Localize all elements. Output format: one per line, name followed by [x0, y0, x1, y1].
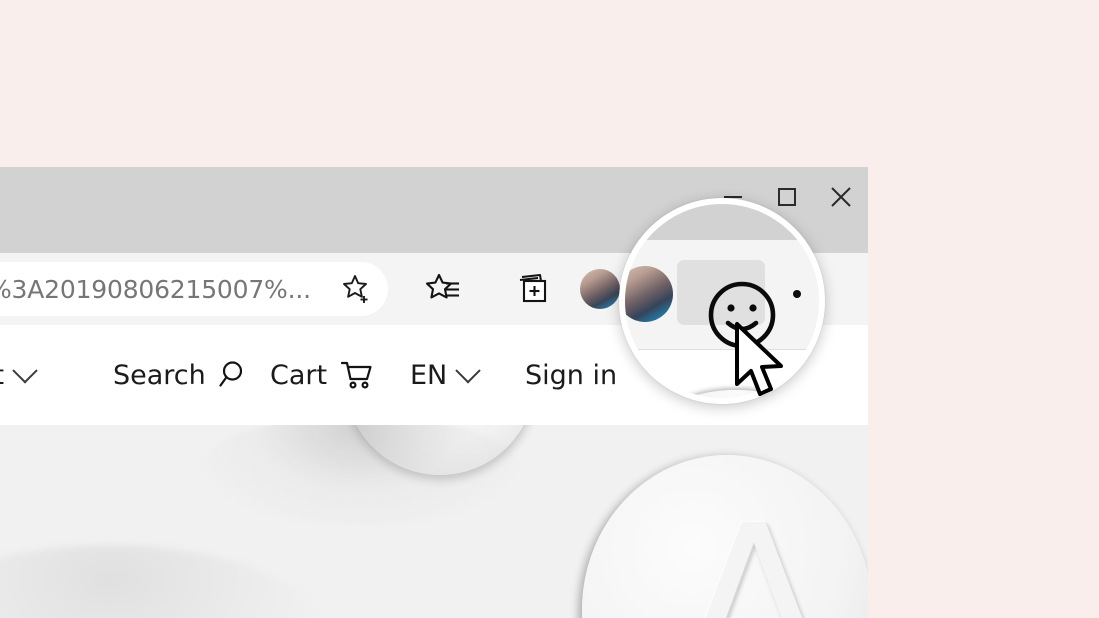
embossed-shadow-dip — [200, 425, 520, 525]
nav-brand-label: crosoft — [0, 360, 4, 391]
nav-search-label: Search — [113, 359, 206, 391]
embossed-letter: A — [682, 480, 826, 618]
lens-titlebar-region — [625, 204, 819, 240]
lens-smiley-face-icon[interactable] — [699, 272, 785, 363]
nav-item-signin[interactable]: Sign in — [525, 360, 617, 391]
address-input[interactable]: AfYBKI%3A20190806215007%... — [0, 275, 326, 304]
collections-button[interactable] — [505, 262, 563, 316]
avatar — [580, 269, 620, 309]
chevron-down-icon — [455, 358, 481, 384]
search-icon — [219, 361, 242, 387]
embossed-shape-bottom-left — [0, 545, 320, 618]
lens-avatar[interactable] — [625, 266, 673, 322]
chevron-down-icon — [12, 358, 38, 384]
magnifier-lens: n in — [619, 198, 825, 404]
nav-signin-label: Sign in — [525, 359, 618, 391]
nav-item-cart[interactable]: Cart — [270, 358, 375, 392]
nav-language-label: EN — [410, 359, 448, 391]
close-button[interactable] — [814, 168, 868, 226]
nav-item-search[interactable]: Search — [113, 358, 252, 392]
favorites-star-icon — [425, 273, 459, 299]
address-bar[interactable]: AfYBKI%3A20190806215007%... — [0, 262, 388, 316]
nav-item-microsoft[interactable]: crosoft — [0, 358, 38, 391]
nav-item-language[interactable]: EN — [410, 358, 481, 391]
favorites-button[interactable] — [415, 262, 473, 316]
magnifier-content: n in — [625, 204, 819, 398]
profile-button[interactable] — [580, 269, 620, 309]
screenshot-stage: AfYBKI%3A20190806215007%... — [0, 0, 1099, 618]
page-content-area: A — [0, 425, 868, 618]
lens-ellipsis-dot-icon[interactable] — [793, 290, 801, 298]
add-favorite-icon[interactable] — [326, 262, 388, 316]
nav-cart-label: Cart — [270, 359, 328, 391]
cart-icon — [340, 361, 372, 389]
collections-pages-icon — [519, 273, 547, 303]
